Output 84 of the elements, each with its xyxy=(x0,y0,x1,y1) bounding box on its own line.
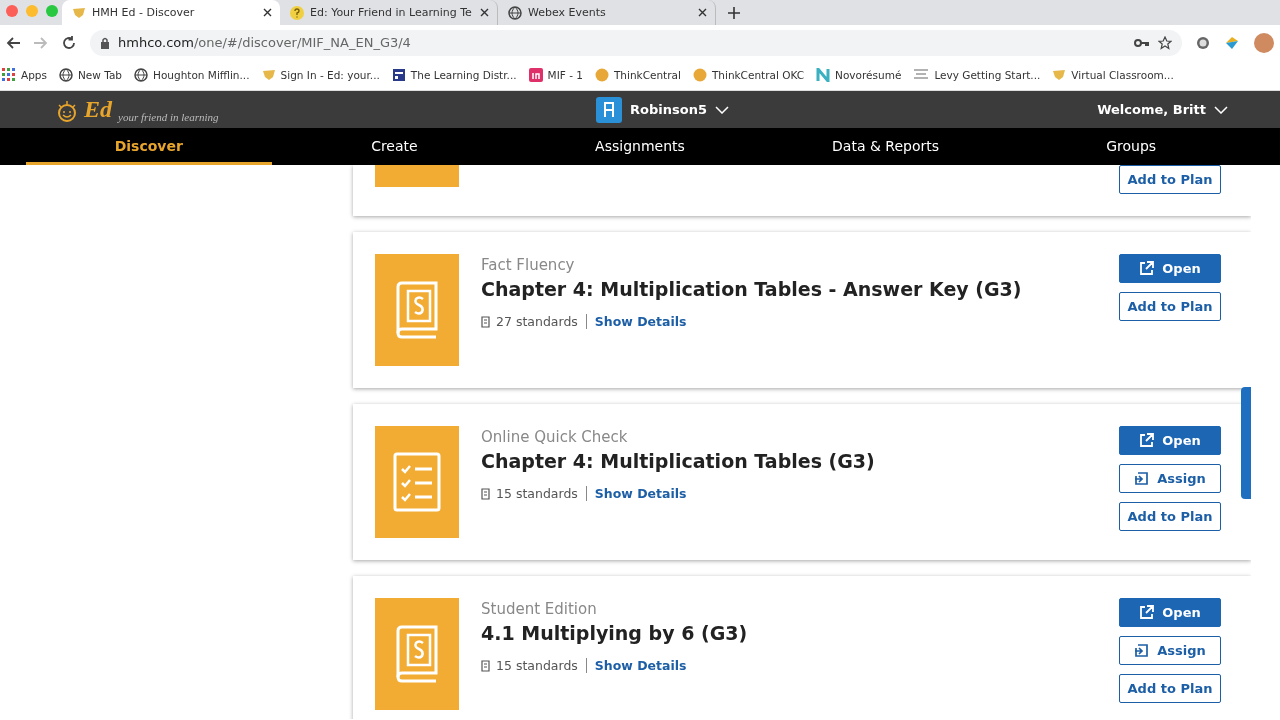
url-text: hmhco.com/one/#/discover/MIF_NA_EN_G3/4 xyxy=(118,35,411,50)
resource-category: Online Quick Check xyxy=(481,428,629,446)
resource-category: Student Edition xyxy=(481,600,598,618)
chevron-down-icon[interactable] xyxy=(1214,105,1228,114)
resource-title[interactable]: Chapter 4: Multiplication Tables - Answer Key (G3) xyxy=(481,278,1097,300)
address-bar[interactable]: hmhco.com/one/#/discover/MIF_NA_EN_G3/4 xyxy=(90,29,1182,56)
resource-title[interactable]: Chapter 4: Multiplication Tables (G3) xyxy=(481,450,1097,472)
circle-icon xyxy=(594,68,609,82)
bookmark[interactable]: The Learning Distr... xyxy=(391,68,517,82)
assign-button[interactable]: Assign xyxy=(1119,636,1221,665)
logo-icon xyxy=(528,68,543,82)
sun-face-icon xyxy=(56,101,78,123)
bookmark[interactable]: Houghton Mifflin... xyxy=(134,68,250,82)
open-button[interactable]: Open xyxy=(1119,598,1221,627)
open-button[interactable]: Open xyxy=(1119,426,1221,455)
scrollbar-thumb[interactable] xyxy=(1241,387,1251,499)
resource-category: Fact Fluency xyxy=(481,256,576,274)
reload-icon[interactable] xyxy=(62,35,76,50)
resource-title[interactable]: 4.1 Multiplying by 6 (G3) xyxy=(481,622,1097,644)
apps-grid-icon xyxy=(2,68,16,82)
bookmark[interactable]: Levy Getting Start... xyxy=(913,68,1041,82)
circle-icon xyxy=(692,68,707,82)
lines-icon xyxy=(913,68,930,82)
star-icon[interactable] xyxy=(1158,35,1172,50)
nav-tab[interactable]: Discover xyxy=(26,128,272,165)
external-link-icon xyxy=(1139,605,1155,620)
tagline: your friend in learning xyxy=(118,111,219,123)
shield-icon xyxy=(261,68,276,82)
show-details-link[interactable]: Show Details xyxy=(594,314,687,329)
bookmark[interactable]: Novorésumé xyxy=(816,68,902,82)
lock-icon xyxy=(100,36,110,49)
document-icon xyxy=(481,315,492,328)
chevron-down-icon[interactable] xyxy=(714,105,729,114)
bookmark[interactable]: ThinkCentral OKC xyxy=(692,68,805,82)
nav-tab[interactable]: Groups xyxy=(1008,128,1254,165)
shield-icon xyxy=(72,5,86,20)
globe-icon xyxy=(134,68,148,82)
globe-icon xyxy=(508,5,522,20)
close-icon[interactable] xyxy=(480,8,489,17)
globe-icon xyxy=(59,68,73,82)
browser-tab[interactable]: HMH Ed - Discover xyxy=(62,0,280,25)
bookmark[interactable]: New Tab xyxy=(59,68,122,82)
show-details-link[interactable]: Show Details xyxy=(594,486,687,501)
bookmark[interactable]: MIF - 1 xyxy=(528,68,583,82)
open-button[interactable]: Open xyxy=(1119,254,1221,283)
profile-avatar[interactable] xyxy=(1254,32,1274,53)
standards-count: 27 standards xyxy=(496,314,578,329)
n-logo-icon xyxy=(816,68,831,82)
nav-tab[interactable]: Create xyxy=(271,128,518,165)
close-icon[interactable] xyxy=(263,8,272,17)
bookmark[interactable]: ThinkCentral xyxy=(594,68,681,82)
back-icon[interactable] xyxy=(6,36,20,49)
extension-icon[interactable] xyxy=(1224,34,1240,51)
chair-icon xyxy=(596,96,622,123)
logo-text: Ed xyxy=(84,96,112,123)
new-tab-icon[interactable] xyxy=(728,6,740,19)
question-icon xyxy=(290,5,304,20)
plan-button[interactable]: Add to Plan xyxy=(1119,292,1221,321)
close-icon[interactable] xyxy=(698,8,707,17)
nav-tab[interactable]: Data & Reports xyxy=(762,128,1009,165)
external-link-icon xyxy=(1139,261,1155,276)
key-icon[interactable] xyxy=(1134,37,1150,48)
plan-button[interactable]: Add to Plan xyxy=(1119,165,1221,194)
plan-button[interactable]: Add to Plan xyxy=(1119,674,1221,703)
assign-button[interactable]: Assign xyxy=(1119,464,1221,493)
external-link-icon xyxy=(1139,433,1155,448)
class-selector[interactable]: Robinson5 xyxy=(630,102,707,117)
nav-tab[interactable]: Assignments xyxy=(517,128,763,165)
checklist-icon xyxy=(393,452,441,512)
extension-icon[interactable] xyxy=(1196,35,1210,50)
standards-count: 15 standards xyxy=(496,486,578,501)
window-icon xyxy=(391,68,406,82)
assign-icon xyxy=(1134,471,1150,486)
standards-count: 15 standards xyxy=(496,658,578,673)
assign-icon xyxy=(1134,643,1150,658)
show-details-link[interactable]: Show Details xyxy=(594,658,687,673)
bookmark[interactable]: Virtual Classroom... xyxy=(1052,68,1174,82)
plan-button[interactable]: Add to Plan xyxy=(1119,502,1221,531)
bookmark[interactable]: Sign In - Ed: your... xyxy=(261,68,380,82)
user-menu[interactable]: Welcome, Britt xyxy=(1097,102,1206,117)
bookmark[interactable]: Apps xyxy=(2,68,47,82)
shield-icon xyxy=(1052,68,1067,82)
document-icon xyxy=(481,659,492,672)
document-icon xyxy=(481,487,492,500)
